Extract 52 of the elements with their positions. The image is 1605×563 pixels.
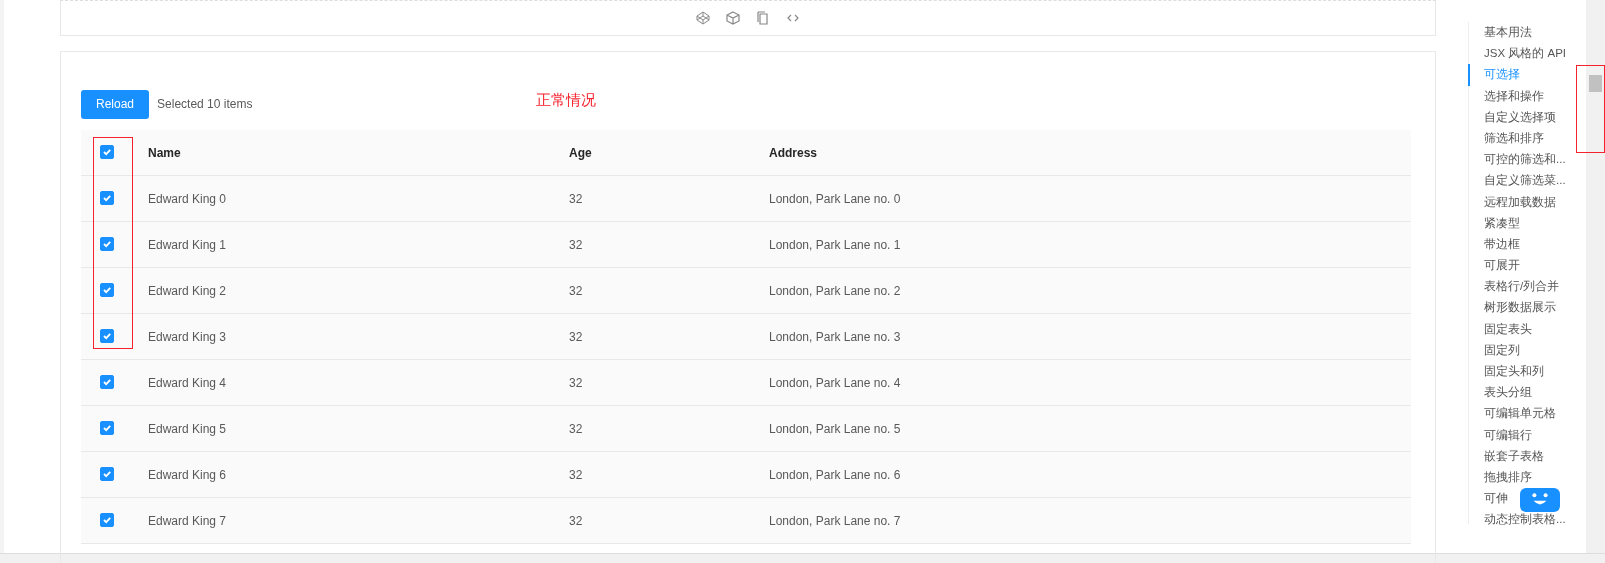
nav-link[interactable]: 选择和操作 xyxy=(1468,85,1586,107)
column-header: Name xyxy=(148,144,182,162)
selection-count: Selected 10 items xyxy=(157,96,253,113)
nav-link[interactable]: 远程加载数据 xyxy=(1468,191,1586,213)
nav-link[interactable]: 基本用法 xyxy=(1468,22,1586,44)
table-cell-text: London, Park Lane no. 0 xyxy=(769,190,901,208)
nav-link[interactable]: 固定头和列 xyxy=(1468,361,1586,383)
table-cell-text: 32 xyxy=(569,328,584,346)
table-cell-text: London, Park Lane no. 3 xyxy=(769,328,901,346)
nav-link[interactable]: 表格行/列合并 xyxy=(1468,276,1586,298)
table-cell-text: 32 xyxy=(569,190,584,208)
table-cell-text: Edward King 7 xyxy=(148,512,228,530)
table-cell-text: London, Park Lane no. 1 xyxy=(769,236,901,254)
nav-link[interactable]: 动态控制表格... xyxy=(1468,509,1586,531)
table-cell-text: 32 xyxy=(569,466,584,484)
nav-link[interactable]: 可控的筛选和... xyxy=(1468,149,1586,171)
table-cell-text: 32 xyxy=(569,282,584,300)
nav-link[interactable]: 拖拽排序 xyxy=(1468,466,1586,489)
table-cell-text: London, Park Lane no. 7 xyxy=(769,512,901,530)
table-cell-text: London, Park Lane no. 2 xyxy=(769,282,901,300)
nav-link[interactable]: JSX 风格的 API xyxy=(1468,43,1586,65)
annotation-text: 正常情况 xyxy=(536,90,596,110)
nav-link[interactable]: 自定义筛选菜... xyxy=(1468,170,1586,192)
table-cell-text: Edward King 4 xyxy=(148,374,228,392)
table-cell-text: Edward King 2 xyxy=(148,282,228,300)
table-cell-text: 32 xyxy=(569,512,584,530)
nav-link[interactable]: 表头分组 xyxy=(1468,382,1586,404)
table-cell-text: London, Park Lane no. 4 xyxy=(769,374,901,392)
table-cell-text: Edward King 6 xyxy=(148,466,228,484)
nav-link[interactable]: 树形数据展示 xyxy=(1468,297,1586,319)
table-cell-text: London, Park Lane no. 5 xyxy=(769,420,901,438)
nav-link[interactable]: 固定表头 xyxy=(1468,318,1586,340)
table-cell-text: 32 xyxy=(569,236,584,254)
table-cell-text: Edward King 1 xyxy=(148,236,228,254)
table-cell-text: Edward King 0 xyxy=(148,190,228,208)
nav-link[interactable]: 筛选和排序 xyxy=(1468,127,1586,150)
nav-link[interactable]: 固定列 xyxy=(1468,339,1586,361)
nav-link[interactable]: 带边框 xyxy=(1468,233,1586,256)
nav-link[interactable]: 可伸 xyxy=(1468,488,1586,510)
table-cell-text: Edward King 3 xyxy=(148,328,228,346)
table-cell-text: London, Park Lane no. 6 xyxy=(769,466,901,484)
column-header: Address xyxy=(769,144,818,162)
nav-link[interactable]: 可编辑行 xyxy=(1468,424,1586,446)
table-cell-text: 32 xyxy=(569,374,584,392)
nav-link[interactable]: 自定义选择项 xyxy=(1468,106,1586,128)
nav-link[interactable]: 嵌套子表格 xyxy=(1468,445,1586,467)
nav-link[interactable]: 可展开 xyxy=(1468,255,1586,277)
nav-link[interactable]: 紧凑型 xyxy=(1468,212,1586,234)
nav-link[interactable]: 可编辑单元格 xyxy=(1468,403,1586,425)
table-cell-text: Edward King 5 xyxy=(148,420,228,438)
column-header: Age xyxy=(569,144,593,162)
table-cell-text: 32 xyxy=(569,420,584,438)
